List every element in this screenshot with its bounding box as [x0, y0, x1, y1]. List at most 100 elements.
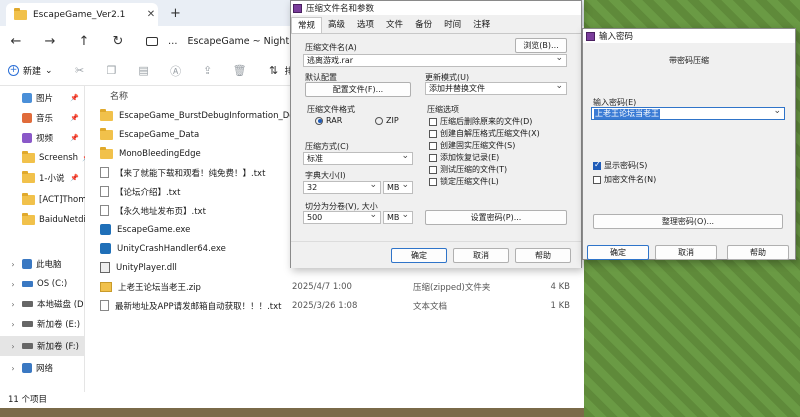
sidebar-item[interactable]: 音乐 📌 — [0, 108, 85, 128]
share-icon[interactable]: ⇪ — [197, 64, 219, 77]
archive-option[interactable]: 创建固实压缩文件(S) — [429, 140, 515, 151]
archive-option[interactable]: 锁定压缩文件(L) — [429, 176, 499, 187]
checkbox-icon[interactable] — [429, 141, 437, 150]
sidebar-item[interactable]: 图片 📌 — [0, 88, 85, 108]
sidebar-item[interactable]: › 新加卷 (E:) — [0, 314, 85, 334]
password-input[interactable]: 上老王论坛当老王 — [591, 106, 785, 120]
checkbox-icon[interactable] — [429, 129, 437, 138]
video-icon — [22, 133, 32, 143]
archive-name-label: 压缩文件名(A) — [305, 43, 357, 52]
format-zip-option[interactable]: ZIP — [375, 116, 399, 125]
organize-passwords-button[interactable]: 整理密码(O)... — [593, 214, 783, 229]
method-select[interactable]: 标准 — [303, 152, 413, 165]
chevron-right-icon[interactable]: › — [8, 300, 18, 309]
help-button[interactable]: 帮助 — [515, 248, 571, 263]
tab-time[interactable]: 时间 — [438, 17, 467, 33]
tab-backup[interactable]: 备份 — [409, 17, 438, 33]
zip-folder-icon — [100, 281, 112, 292]
back-icon[interactable]: ← — [4, 34, 28, 49]
breadcrumb[interactable]: … EscapeGame ~ Nightm — [146, 36, 298, 47]
sidebar-item[interactable]: › 此电脑 — [0, 254, 85, 274]
sidebar-item[interactable]: › 新加卷 (F:) — [0, 336, 85, 356]
folder-icon — [22, 151, 35, 163]
ok-button[interactable]: 确定 — [391, 248, 447, 263]
encrypt-names-option[interactable]: 加密文件名(N) — [593, 174, 656, 185]
breadcrumb-path[interactable]: EscapeGame ~ Nightm — [188, 36, 299, 47]
rar-radio-icon[interactable] — [315, 116, 323, 125]
split-unit-select[interactable]: MB — [383, 211, 413, 224]
chevron-right-icon[interactable]: › — [8, 364, 18, 373]
sidebar-item[interactable]: 1-小说 📌 — [0, 168, 85, 188]
archive-dialog-titlebar[interactable]: 压缩文件名和参数 — [291, 1, 581, 15]
up-icon[interactable]: ↑ — [72, 34, 96, 49]
breadcrumb-more[interactable]: … — [168, 36, 178, 47]
file-type: 文本文档 — [413, 301, 448, 312]
sidebar-item[interactable]: 视频 📌 — [0, 128, 85, 148]
tab-files[interactable]: 文件 — [380, 17, 409, 33]
paste-icon[interactable]: ▤ — [133, 64, 155, 77]
explorer-tab[interactable]: EscapeGame_Ver2.1 ✕ — [6, 3, 158, 26]
rename-icon[interactable]: Ⓐ — [165, 63, 187, 79]
format-zip-label: ZIP — [386, 116, 399, 125]
tab-general[interactable]: 常规 — [291, 17, 323, 33]
password-dialog-titlebar[interactable]: 输入密码 — [583, 29, 795, 43]
tab-advanced[interactable]: 高级 — [322, 17, 351, 33]
sort-icon[interactable]: ⇅ — [263, 64, 285, 77]
update-mode-select[interactable]: 添加并替换文件 — [425, 82, 567, 95]
archive-option-label: 添加恢复记录(E) — [440, 153, 500, 162]
password-ok-button[interactable]: 确定 — [587, 245, 649, 260]
sidebar-item[interactable]: › OS (C:) — [0, 274, 85, 294]
sidebar-item[interactable]: › 网络 — [0, 358, 85, 378]
new-tab-icon[interactable]: + — [170, 6, 181, 21]
sidebar-item-label: 图片 — [36, 94, 54, 104]
archive-name-field[interactable]: 逃离游戏.rar — [303, 54, 567, 67]
tab-comment[interactable]: 注释 — [467, 17, 496, 33]
sidebar-item[interactable]: BaiduNetdi — [0, 210, 85, 230]
pictures-icon — [22, 93, 32, 103]
checkbox-icon[interactable] — [429, 117, 437, 126]
file-name-cell: EscapeGame_Data — [100, 127, 199, 140]
checkbox-icon[interactable] — [429, 177, 437, 186]
checkbox-icon[interactable] — [429, 165, 437, 174]
cut-icon[interactable]: ✂ — [69, 64, 91, 77]
archive-option[interactable]: 压缩后删除原来的文件(D) — [429, 116, 532, 127]
format-rar-label: RAR — [326, 116, 343, 125]
set-password-button[interactable]: 设置密码(P)... — [425, 210, 567, 225]
method-label: 压缩方式(C) — [305, 142, 349, 151]
refresh-icon[interactable]: ↻ — [106, 34, 130, 49]
password-help-button[interactable]: 帮助 — [727, 245, 789, 260]
tab-options[interactable]: 选项 — [351, 17, 380, 33]
folder-icon — [22, 213, 35, 225]
navigation-pane: 图片📌音乐📌视频📌Screensh📌1-小说📌[ACT]ThomsBaiduNe… — [0, 86, 85, 392]
chevron-right-icon[interactable]: › — [8, 342, 18, 351]
show-password-option[interactable]: 显示密码(S) — [593, 160, 647, 171]
dict-size-select[interactable]: 32 — [303, 181, 381, 194]
sidebar-item[interactable]: [ACT]Thoms — [0, 190, 85, 210]
new-button[interactable]: + 新建 ⌄ — [8, 64, 53, 77]
password-cancel-button[interactable]: 取消 — [655, 245, 717, 260]
browse-button[interactable]: 浏览(B)... — [515, 38, 567, 53]
column-header-name[interactable]: 名称 — [110, 89, 128, 102]
profiles-button[interactable]: 配置文件(F)... — [305, 82, 411, 97]
sidebar-item[interactable]: › 本地磁盘 (D — [0, 294, 85, 314]
checkbox-icon[interactable] — [429, 153, 437, 162]
delete-icon[interactable]: 🗑 — [229, 64, 251, 77]
zip-radio-icon[interactable] — [375, 116, 383, 125]
show-password-checkbox[interactable] — [593, 160, 601, 170]
archive-option[interactable]: 添加恢复记录(E) — [429, 152, 499, 163]
split-size-select[interactable]: 500 — [303, 211, 381, 224]
archive-option[interactable]: 创建自解压格式压缩文件(X) — [429, 128, 540, 139]
forward-icon[interactable]: → — [38, 34, 62, 49]
chevron-right-icon[interactable]: › — [8, 280, 18, 289]
archive-option[interactable]: 测试压缩的文件(T) — [429, 164, 507, 175]
chevron-right-icon[interactable]: › — [8, 320, 18, 329]
encrypt-names-checkbox[interactable] — [593, 175, 601, 184]
dict-unit-select[interactable]: MB — [383, 181, 413, 194]
chevron-right-icon[interactable]: › — [8, 260, 18, 269]
format-rar-option[interactable]: RAR — [315, 116, 342, 125]
close-tab-icon[interactable]: ✕ — [144, 9, 158, 20]
cancel-button[interactable]: 取消 — [453, 248, 509, 263]
sidebar-item[interactable]: Screensh📌 — [0, 148, 85, 168]
file-name-cell: EscapeGame_BurstDebugInformation_DoN... — [100, 108, 309, 121]
copy-icon[interactable]: ❐ — [101, 64, 123, 77]
